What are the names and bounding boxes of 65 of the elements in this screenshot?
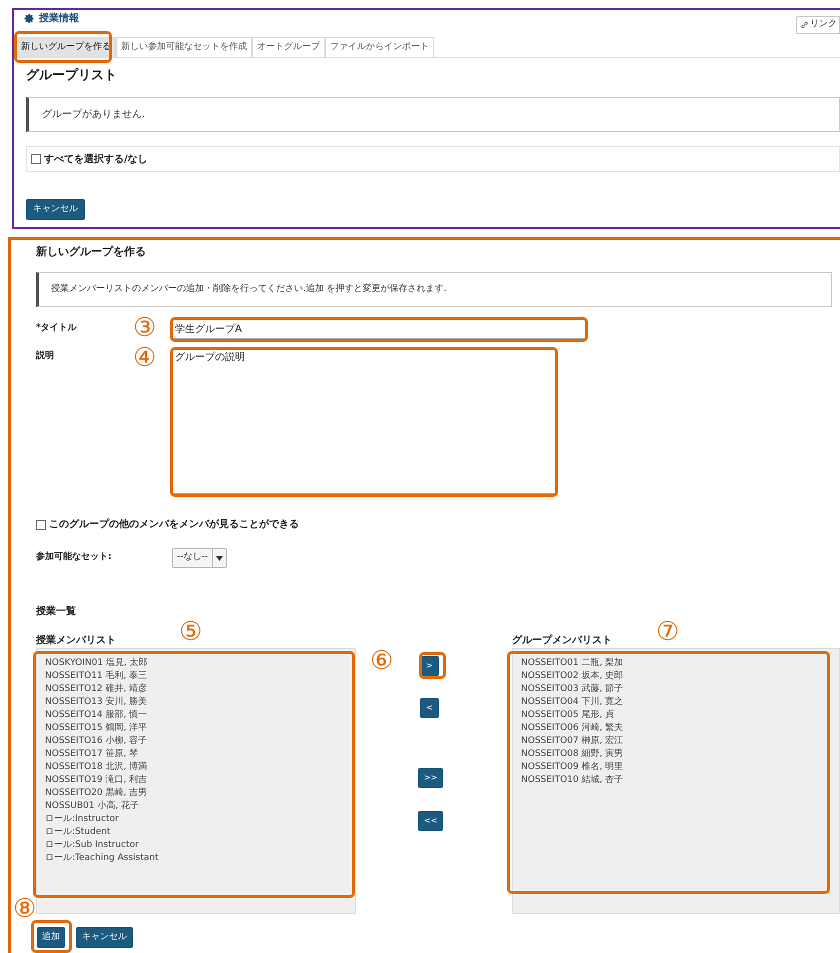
message-text: グループがありません. (42, 108, 146, 122)
list-item[interactable]: NOSSEITO16 小柳, 容子 (45, 735, 355, 748)
field-label: 説明 (36, 350, 54, 363)
list-item[interactable]: ロール:Sub Instructor (45, 839, 355, 852)
list-item[interactable]: NOSSEITO08 細野, 寅男 (521, 748, 839, 761)
list-item[interactable]: ロール:Teaching Assistant (45, 852, 355, 865)
list-item[interactable]: NOSSEITO11 毛利, 泰三 (45, 670, 355, 683)
link-icon (801, 21, 808, 29)
list-item[interactable]: NOSSEITO20 黒崎, 吉男 (45, 787, 355, 800)
link-button[interactable]: リンク (796, 16, 840, 34)
cancel-button[interactable]: キャンセル (76, 927, 133, 948)
list-item[interactable]: NOSSEITO19 滝口, 利吉 (45, 774, 355, 787)
list-item[interactable]: NOSSEITO03 武藤, 節子 (521, 683, 839, 696)
checkbox-label: このグループの他のメンバをメンバが見ることができる (49, 517, 299, 532)
cancel-button[interactable]: キャンセル (26, 199, 85, 220)
list-item[interactable]: NOSSEITO13 安川, 勝美 (45, 696, 355, 709)
tab[interactable]: 新しい参加可能なセットを作成 (116, 37, 252, 57)
member-listbox[interactable]: NOSSEITO01 二瓶, 梨加 NOSSEITO02 坂本, 史郎 NOSSEITO03 武藤, 節子 NOSSEITO04 下川, 寛之 NOSSEITO05 尾形, 貞 NOSSEITO06 河崎, 繁夫 NOSSEITO07 榊原, 宏江 NOSSEITO08 細野, 寅男 NOSSEITO09 椎名, 明里 NOSSEITO10 結城, 杏子 (512, 648, 840, 914)
checkbox-label: すべてを選択する/なし (44, 152, 148, 166)
gear-icon (24, 13, 35, 24)
list-item[interactable]: ロール:Instructor (45, 813, 355, 826)
list-item[interactable]: NOSSEITO12 碓井, 靖彦 (45, 683, 355, 696)
callout-number: ⑤ (179, 618, 202, 646)
list-item[interactable]: NOSSEITO18 北沢, 博満 (45, 761, 355, 774)
move-button[interactable]: << (418, 811, 444, 831)
list-item[interactable]: NOSKYOIN01 塩見, 太郎 (45, 657, 355, 670)
list-item[interactable]: NOSSEITO05 尾形, 貞 (521, 709, 839, 722)
tab[interactable]: ファイルからインポート (325, 37, 434, 57)
highlight-frame (419, 652, 446, 679)
list-heading: グループメンバリスト (512, 633, 612, 648)
field-label: *タイトル (36, 322, 77, 335)
list-item[interactable]: NOSSEITO09 椎名, 明里 (521, 761, 839, 774)
move-button[interactable]: < (420, 698, 439, 718)
list-item[interactable]: NOSSEITO04 下川, 寛之 (521, 696, 839, 709)
highlight-frame (31, 920, 72, 953)
field-label: 参加可能なセット: (36, 551, 112, 564)
list-item[interactable]: NOSSEITO17 笹原, 琴 (45, 748, 355, 761)
add-button[interactable]: 追加 (37, 927, 65, 948)
section-heading: 新しいグループを作る (36, 244, 146, 260)
list-item[interactable]: NOSSEITO14 服部, 慎一 (45, 709, 355, 722)
list-heading: 授業メンバリスト (36, 634, 116, 648)
checkbox[interactable] (31, 154, 41, 164)
move-button[interactable]: >> (418, 768, 444, 788)
callout-number: ⑥ (370, 647, 394, 675)
list-item[interactable]: NOSSUB01 小高, 花子 (45, 800, 355, 813)
list-item[interactable]: NOSSEITO01 二瓶, 梨加 (521, 657, 839, 670)
set-dropdown[interactable]: --なし-- (172, 548, 227, 568)
list-item[interactable]: ロール:Student (45, 826, 355, 839)
section-heading: 授業一覧 (36, 604, 76, 619)
list-item[interactable]: NOSSEITO07 榊原, 宏江 (521, 735, 839, 748)
list-item[interactable]: NOSSEITO10 結城, 杏子 (521, 774, 839, 787)
list-item[interactable]: NOSSEITO15 鶴岡, 洋平 (45, 722, 355, 735)
info-text: 授業メンバーリストのメンバーの追加・削除を行ってください.追加 を押すと変更が保存されます. (51, 282, 447, 296)
callout-number: ⑧ (13, 895, 36, 923)
list-item[interactable]: NOSSEITO02 坂本, 史郎 (521, 670, 839, 683)
section-heading: グループリスト (26, 66, 117, 85)
callout-number: ④ (133, 344, 156, 372)
caret-icon (216, 556, 223, 560)
tab[interactable]: オートグループ (252, 37, 325, 57)
page-title: 授業情報 (39, 12, 79, 26)
description-field[interactable]: グループの説明 (172, 349, 556, 494)
callout-number: ③ (133, 314, 156, 342)
list-item[interactable]: NOSSEITO06 河崎, 繁夫 (521, 722, 839, 735)
callout-number: ⑦ (656, 618, 680, 646)
checkbox[interactable] (36, 520, 46, 530)
